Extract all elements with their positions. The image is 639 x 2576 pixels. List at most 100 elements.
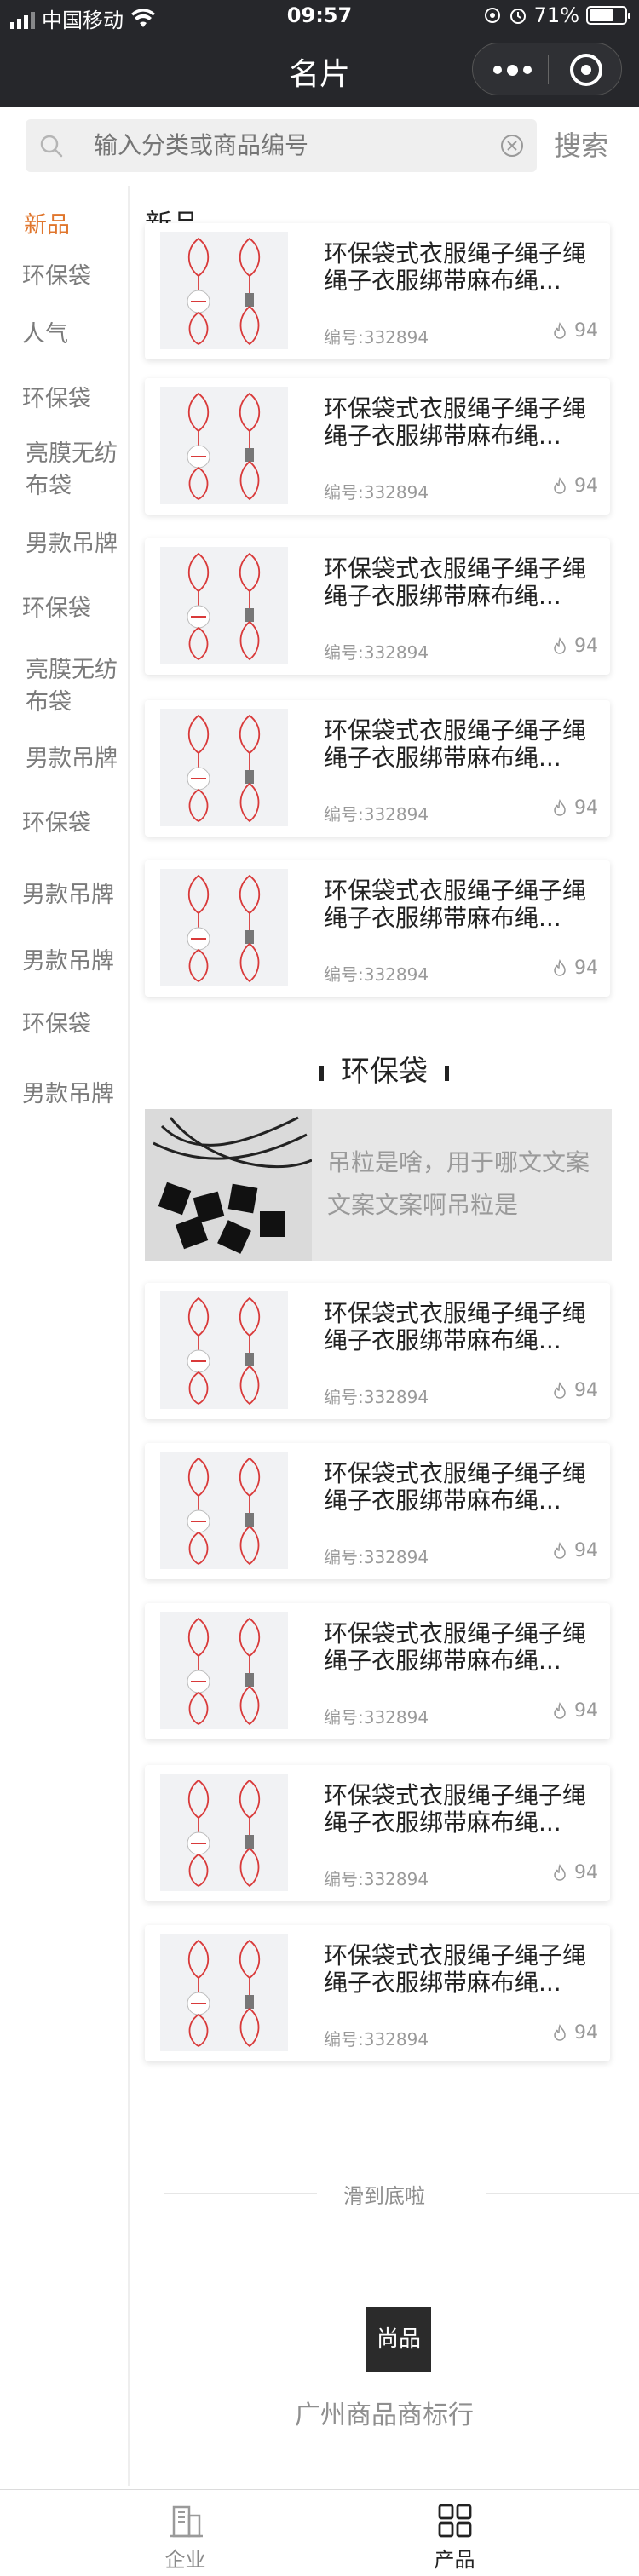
alarm-icon (509, 9, 526, 24)
hot-count-value: 94 (574, 797, 598, 819)
battery-icon (586, 6, 630, 25)
tab-products[interactable]: 产品 (295, 2490, 614, 2576)
product-name: 环保袋式衣服绳子绳子绳绳子衣服绑带麻布绳... (324, 1460, 587, 1515)
sidebar-item-laminated-bag[interactable]: 亮膜无纺布袋 (26, 438, 124, 503)
flame-icon (554, 321, 566, 339)
sidebar-item-label: 男款吊牌 (22, 948, 114, 975)
banner-text: 吊粒是啥，用于哪文文案文案文案啊吊粒是 (327, 1148, 590, 1219)
product-code: 编号:332894 (324, 1547, 429, 1567)
hang-tag-illustration (187, 552, 261, 661)
hot-count: 94 (550, 2022, 598, 2044)
hot-count-value: 94 (574, 2022, 598, 2044)
product-code: 编号:332894 (324, 1387, 429, 1407)
product-code: 编号:332894 (324, 804, 429, 825)
hot-count-value: 94 (574, 1540, 598, 1561)
sidebar-item-label: 男款吊牌 (22, 882, 114, 908)
product-card[interactable]: 环保袋式衣服绳子绳子绳绳子衣服绑带麻布绳... 编号:332894 94 (145, 538, 610, 675)
product-list: 新品 环保袋式衣服绳子绳子绳绳子衣服绑带麻布绳... 编号:332894 94 … (130, 186, 639, 2486)
search-button[interactable]: 搜索 (554, 124, 608, 164)
product-card[interactable]: 环保袋式衣服绳子绳子绳绳子衣服绑带麻布绳... 编号:332894 94 (145, 1765, 610, 1901)
hot-count: 94 (550, 320, 598, 342)
hang-tag-illustration (187, 1297, 261, 1406)
status-bar: 中国移动 09:57 71% (0, 0, 639, 34)
hang-tag-illustration (187, 874, 261, 983)
search-bar: 搜索 (0, 107, 639, 186)
hot-count: 94 (550, 475, 598, 497)
section-header: 环保袋 (130, 1048, 639, 1090)
hot-count: 94 (550, 1862, 598, 1883)
tab-bar: 企业 产品 (0, 2489, 639, 2576)
more-icon[interactable] (493, 65, 532, 76)
product-card[interactable]: 环保袋式衣服绳子绳子绳绳子衣服绑带麻布绳... 编号:332894 94 (145, 1443, 610, 1579)
flame-icon (554, 1541, 566, 1559)
tab-label: 产品 (434, 2548, 475, 2572)
brand-logo: 尚品 (366, 2307, 431, 2372)
category-sidebar: 新品 环保袋 人气 环保袋 亮膜无纺布袋 男款吊牌 环保袋 亮膜无纺布袋 男款吊… (0, 186, 130, 2486)
hot-count-value: 94 (574, 1862, 598, 1883)
product-image (160, 1774, 288, 1891)
close-miniprogram-icon[interactable] (570, 54, 602, 86)
flame-icon (554, 958, 566, 976)
end-of-list-label: 滑到底啦 (343, 2184, 425, 2208)
product-name: 环保袋式衣服绳子绳子绳绳子衣服绑带麻布绳... (324, 877, 587, 932)
hot-count: 94 (550, 1700, 598, 1722)
sidebar-item-laminated-bag[interactable]: 亮膜无纺布袋 (26, 654, 124, 719)
category-banner[interactable]: 吊粒是啥，用于哪文文案文案文案啊吊粒是 (145, 1109, 612, 1261)
sidebar-item-label: 环保袋 (22, 810, 91, 837)
product-card[interactable]: 环保袋式衣服绳子绳子绳绳子衣服绑带麻布绳... 编号:332894 94 (145, 700, 610, 837)
clear-icon[interactable] (499, 133, 525, 158)
hot-count: 94 (550, 1380, 598, 1401)
hang-tag-illustration (187, 392, 261, 501)
hang-tag-illustration (187, 237, 261, 346)
hang-tag-illustration (187, 714, 261, 823)
product-image (160, 1452, 288, 1569)
product-code: 编号:332894 (324, 1869, 429, 1889)
flame-icon (554, 636, 566, 654)
sidebar-item-label: 男款吊牌 (26, 745, 118, 772)
product-code: 编号:332894 (324, 964, 429, 985)
end-of-list: 滑到底啦 (130, 2176, 639, 2210)
search-box[interactable] (26, 119, 537, 172)
hang-tag-illustration (187, 1457, 261, 1566)
hot-count-value: 94 (574, 320, 598, 342)
product-card[interactable]: 环保袋式衣服绳子绳子绳绳子衣服绑带麻布绳... 编号:332894 94 (145, 1283, 610, 1419)
flame-icon (554, 2023, 566, 2041)
product-image (160, 232, 288, 349)
hang-tag-illustration (187, 1779, 261, 1888)
product-code: 编号:332894 (324, 2029, 429, 2050)
sidebar-item-label: 环保袋 (22, 1011, 91, 1038)
sidebar-item-label: 环保袋 (22, 595, 91, 622)
sidebar-item-label: 新品 (24, 212, 70, 239)
product-name: 环保袋式衣服绳子绳子绳绳子衣服绑带麻布绳... (324, 1620, 587, 1675)
product-code: 编号:332894 (324, 642, 429, 663)
building-icon (170, 2505, 203, 2538)
product-card[interactable]: 环保袋式衣服绳子绳子绳绳子衣服绑带麻布绳... 编号:332894 94 (145, 1603, 610, 1739)
section-header-label: 环保袋 (341, 1055, 428, 1089)
flame-icon (554, 798, 566, 816)
hot-count-value: 94 (574, 1700, 598, 1722)
product-card[interactable]: 环保袋式衣服绳子绳子绳绳子衣服绑带麻布绳... 编号:332894 94 (145, 378, 610, 515)
sidebar-item-label: 男款吊牌 (22, 1081, 114, 1107)
product-card[interactable]: 环保袋式衣服绳子绳子绳绳子衣服绑带麻布绳... 编号:332894 94 (145, 860, 610, 997)
hot-count-value: 94 (574, 957, 598, 979)
search-input[interactable] (94, 131, 486, 159)
sidebar-item-label: 环保袋 (22, 263, 91, 290)
status-right: 71% (483, 3, 630, 27)
hang-tag-illustration (187, 1617, 261, 1726)
product-card[interactable]: 环保袋式衣服绳子绳子绳绳子衣服绑带麻布绳... 编号:332894 94 (145, 1925, 610, 2061)
product-name: 环保袋式衣服绳子绳子绳绳子衣服绑带麻布绳... (324, 1300, 587, 1354)
product-image (160, 869, 288, 986)
product-image (160, 547, 288, 664)
product-image (160, 387, 288, 504)
product-name: 环保袋式衣服绳子绳子绳绳子衣服绑带麻布绳... (324, 555, 587, 610)
hot-count: 94 (550, 957, 598, 979)
hot-count: 94 (550, 635, 598, 657)
product-name: 环保袋式衣服绳子绳子绳绳子衣服绑带麻布绳... (324, 395, 587, 450)
hot-count-value: 94 (574, 1380, 598, 1401)
sidebar-item-label: 亮膜无纺布袋 (26, 657, 118, 716)
product-card[interactable]: 环保袋式衣服绳子绳子绳绳子衣服绑带麻布绳... 编号:332894 94 (145, 223, 610, 359)
location-icon (484, 8, 500, 23)
product-name: 环保袋式衣服绳子绳子绳绳子衣服绑带麻布绳... (324, 240, 587, 295)
product-name: 环保袋式衣服绳子绳子绳绳子衣服绑带麻布绳... (324, 1782, 587, 1837)
capsule-divider (548, 55, 549, 84)
